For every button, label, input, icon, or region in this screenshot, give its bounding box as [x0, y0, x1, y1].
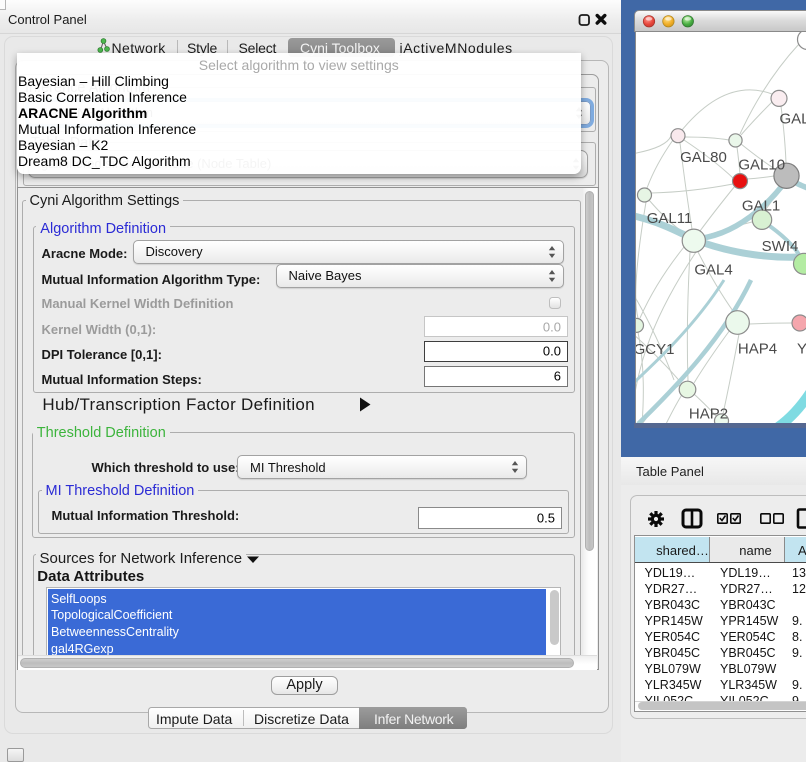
- svg-text:YM: YM: [797, 340, 806, 357]
- svg-text:GAL2: GAL2: [779, 110, 806, 127]
- svg-text:GCY1: GCY1: [636, 341, 674, 358]
- svg-text:HAP2: HAP2: [688, 405, 727, 422]
- svg-text:GAL1: GAL1: [741, 197, 779, 214]
- svg-text:GAL4: GAL4: [694, 261, 732, 278]
- svg-text:GAL10: GAL10: [738, 156, 785, 173]
- svg-text:GAL80: GAL80: [680, 149, 727, 166]
- svg-text:SWI4: SWI4: [761, 238, 798, 255]
- svg-text:HAP4: HAP4: [737, 340, 776, 357]
- svg-text:GAL11: GAL11: [646, 210, 692, 227]
